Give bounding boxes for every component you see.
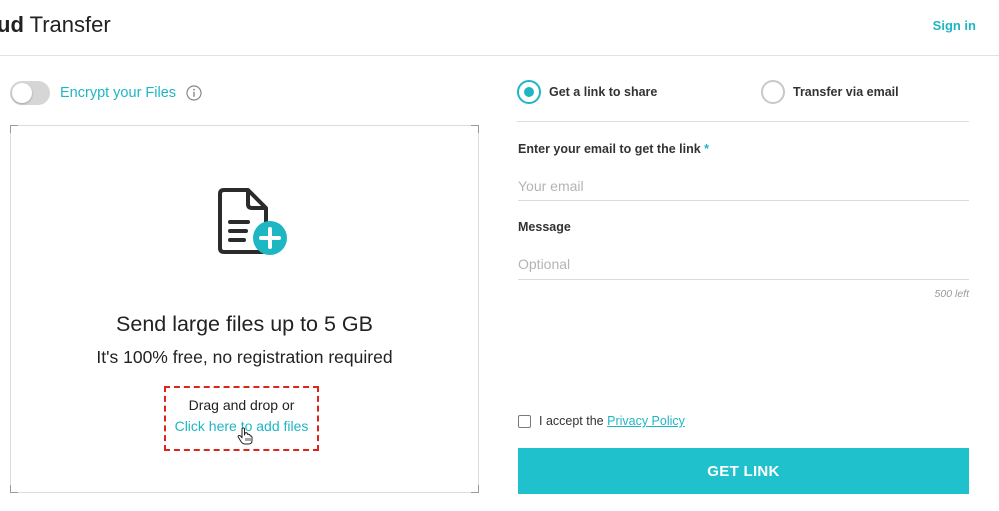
corner-mark (471, 485, 479, 493)
encrypt-row: Encrypt your Files (10, 80, 202, 106)
encrypt-toggle[interactable] (10, 81, 50, 105)
radio-get-link[interactable]: Get a link to share (517, 80, 657, 104)
email-label-text: Enter your email to get the link (518, 142, 701, 156)
message-field[interactable] (518, 248, 969, 280)
privacy-policy-link[interactable]: Privacy Policy (607, 414, 685, 428)
drag-drop-text: Drag and drop or (188, 397, 295, 413)
brand-logo[interactable]: ud Transfer (0, 12, 111, 38)
radio-transfer-email[interactable]: Transfer via email (761, 80, 899, 104)
radio-label: Get a link to share (549, 85, 658, 99)
add-files-highlight: Drag and drop or Click here to add files (164, 386, 319, 451)
message-label: Message (518, 220, 571, 234)
encrypt-label[interactable]: Encrypt your Files (60, 85, 176, 101)
corner-mark (471, 125, 479, 133)
file-add-icon (216, 186, 290, 258)
email-label: Enter your email to get the link * (518, 142, 709, 156)
accept-checkbox[interactable] (518, 414, 531, 428)
file-dropzone[interactable]: Send large files up to 5 GB It's 100% fr… (10, 125, 479, 493)
dropzone-title: Send large files up to 5 GB (116, 312, 373, 336)
dropzone-subtitle: It's 100% free, no registration required (96, 347, 393, 367)
get-link-button[interactable]: GET LINK (518, 448, 969, 494)
radio-selected-indicator (517, 80, 541, 104)
radio-label: Transfer via email (793, 85, 899, 99)
brand-light: Transfer (23, 12, 111, 37)
email-field[interactable] (518, 171, 969, 201)
toggle-knob (12, 83, 32, 103)
accept-text: I accept the Privacy Policy (539, 414, 685, 428)
header: ud Transfer Sign in (0, 0, 999, 56)
char-counter: 500 left (934, 288, 969, 300)
hand-cursor-icon (237, 427, 253, 445)
accept-prefix: I accept the (539, 414, 608, 428)
corner-mark (10, 485, 18, 493)
corner-mark (10, 125, 18, 133)
radio-unselected-indicator (761, 80, 785, 104)
accept-row: I accept the Privacy Policy (518, 414, 685, 428)
sign-in-link[interactable]: Sign in (933, 18, 976, 33)
required-mark: * (704, 142, 710, 156)
share-mode-group: Get a link to share Transfer via email (517, 80, 969, 122)
brand-bold: ud (0, 12, 24, 37)
info-icon[interactable] (186, 85, 202, 101)
